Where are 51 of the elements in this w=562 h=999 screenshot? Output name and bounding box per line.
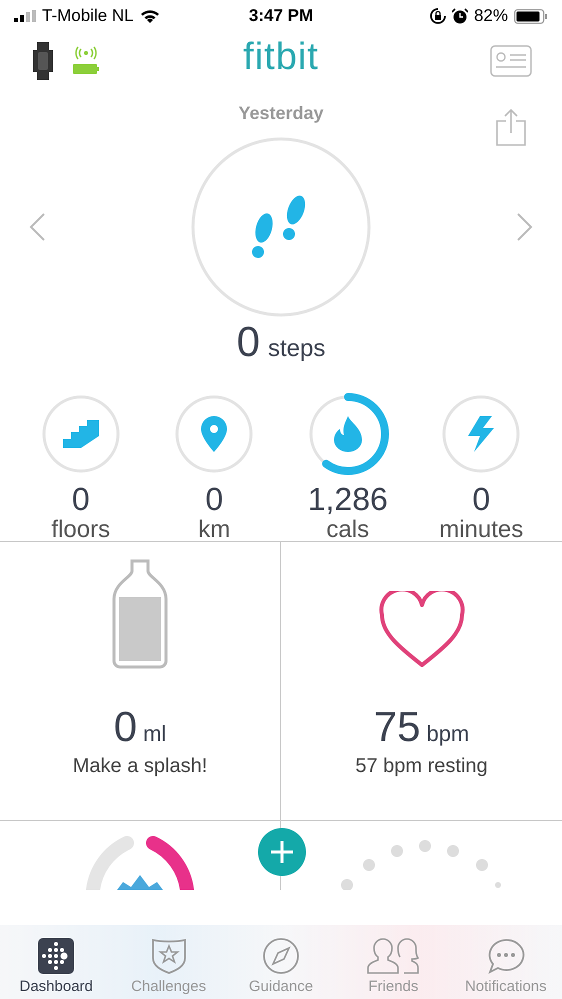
flame-icon (334, 416, 362, 452)
people-icon (366, 938, 420, 974)
wifi-icon (140, 9, 160, 23)
lightning-bolt-icon (468, 416, 494, 452)
tile-value: 0 (114, 703, 138, 751)
tab[interactable]: Challenges (112, 925, 225, 999)
tile-unit: bpm (426, 721, 470, 747)
stairs-icon (62, 419, 99, 449)
stat-value: 0 (205, 482, 224, 516)
share-icon[interactable] (496, 108, 526, 146)
compass-icon (262, 938, 299, 974)
shield-star-icon (150, 936, 187, 974)
tile-unit: ml (143, 721, 166, 747)
tab[interactable]: Friends (337, 925, 450, 999)
profile-card-icon[interactable] (490, 45, 532, 77)
steps-unit: steps (268, 335, 326, 363)
tile-caption: 57 bpm resting (355, 755, 488, 778)
sync-battery-icon (72, 46, 100, 76)
stat-label: km (198, 516, 230, 544)
steps-count: 0 (236, 318, 260, 366)
tile-caption: Make a splash! (72, 755, 208, 778)
plus-icon (269, 839, 295, 865)
heart-icon (378, 591, 464, 669)
next-day-button[interactable] (516, 212, 534, 242)
app-logo: fitbit (243, 36, 319, 79)
battery-icon (514, 8, 548, 24)
stat-label: floors (51, 516, 110, 544)
tab[interactable]: Guidance (224, 925, 338, 999)
location-pin-icon (201, 416, 228, 452)
stat-value: 0 (472, 482, 490, 516)
water-bottle-icon (112, 559, 168, 669)
stat-value: 0 (72, 482, 90, 516)
signal-icon (14, 10, 36, 22)
stat-label: minutes (439, 516, 524, 544)
previous-day-button[interactable] (28, 212, 46, 242)
date-label: Yesterday (238, 102, 324, 124)
add-button[interactable] (258, 828, 306, 876)
tile-value: 75 (374, 703, 420, 751)
tab[interactable]: Notifications (450, 925, 562, 999)
clock-time: 3:47 PM (248, 6, 314, 25)
rotation-lock-icon (430, 8, 446, 24)
chat-bubble-icon (486, 938, 525, 974)
fitness-band-icon (30, 42, 56, 80)
stat-value: 1,286 (308, 482, 388, 516)
alarm-clock-icon (452, 8, 468, 24)
tab[interactable]: Dashboard (0, 925, 112, 999)
stat-label: cals (326, 516, 370, 544)
dots-logo-icon (38, 938, 74, 974)
footprints-icon (252, 196, 306, 258)
battery-percent: 82% (474, 6, 508, 26)
carrier-name: T-Mobile NL (42, 6, 134, 26)
